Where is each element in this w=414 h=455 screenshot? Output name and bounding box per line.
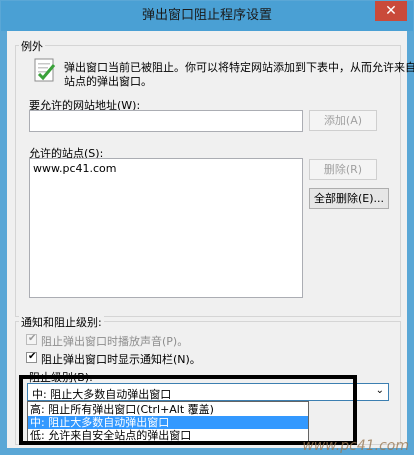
allowed-site-item[interactable]: www.pc41.com bbox=[33, 162, 117, 175]
allowed-sites-list[interactable]: www.pc41.com bbox=[29, 158, 303, 298]
watermark: www.pc41.com bbox=[302, 438, 409, 454]
blocking-level-selected: 中: 阻止大多数自动弹出窗口 bbox=[32, 388, 172, 401]
title-bar[interactable]: 弹出窗口阻止程序设置 ✕ bbox=[1, 1, 413, 31]
address-input[interactable] bbox=[29, 110, 303, 132]
blocking-level-select[interactable]: 中: 阻止大多数自动弹出窗口 ⌄ bbox=[27, 383, 389, 401]
play-sound-label: 阻止弹出窗口时播放声音(P)。 bbox=[41, 335, 189, 348]
info-text-line2: 站点的弹出窗口。 bbox=[64, 75, 152, 88]
add-button[interactable]: 添加(A) bbox=[309, 110, 377, 131]
notifications-group-label: 通知和阻止级别: bbox=[19, 314, 104, 330]
popup-blocker-settings-window: 弹出窗口阻止程序设置 ✕ 例外 弹出窗口当前已被阻止。你可以将特定网站添加到下表… bbox=[0, 0, 414, 455]
chevron-down-icon[interactable]: ⌄ bbox=[376, 385, 384, 396]
exceptions-group-label: 例外 bbox=[19, 38, 45, 54]
play-sound-checkbox[interactable]: ✔ bbox=[26, 333, 37, 345]
window-title: 弹出窗口阻止程序设置 bbox=[141, 8, 272, 23]
close-button[interactable]: ✕ bbox=[375, 1, 407, 21]
close-icon: ✕ bbox=[385, 3, 397, 19]
blocking-level-dropdown: 高: 阻止所有弹出窗口(Ctrl+Alt 覆盖) 中: 阻止大多数自动弹出窗口 … bbox=[27, 401, 309, 444]
show-notification-bar-checkbox[interactable]: ✔ bbox=[26, 351, 37, 363]
checkmark-icon: ✔ bbox=[28, 351, 37, 362]
shield-check-icon bbox=[33, 57, 57, 83]
remove-button[interactable]: 删除(R) bbox=[309, 159, 377, 180]
dialog-client-area: 例外 弹出窗口当前已被阻止。你可以将特定网站添加到下表中，从而允许来自该 站点的… bbox=[7, 31, 414, 448]
level-option-medium[interactable]: 中: 阻止大多数自动弹出窗口 bbox=[28, 416, 308, 429]
level-option-low[interactable]: 低: 允许来自安全站点的弹出窗口 bbox=[28, 429, 308, 442]
remove-all-button[interactable]: 全部删除(E)... bbox=[309, 188, 389, 209]
level-option-high[interactable]: 高: 阻止所有弹出窗口(Ctrl+Alt 覆盖) bbox=[28, 403, 308, 416]
checkmark-icon: ✔ bbox=[28, 333, 37, 344]
show-notification-bar-label: 阻止弹出窗口时显示通知栏(N)。 bbox=[41, 353, 201, 366]
